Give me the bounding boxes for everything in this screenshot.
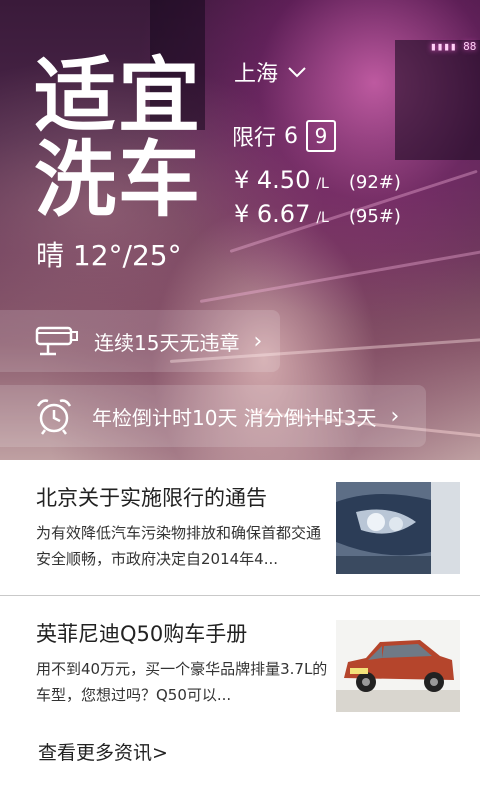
building-silhouette bbox=[395, 40, 480, 160]
city-selector[interactable]: 上海 bbox=[234, 56, 306, 88]
price-amount: ¥ 6.67 bbox=[234, 200, 311, 228]
price-unit: /L bbox=[316, 176, 329, 192]
limit-label: 限行 bbox=[232, 126, 277, 151]
red-car-photo-icon bbox=[336, 620, 460, 712]
fuel-price-92: ¥ 4.50 /L (92#) bbox=[234, 166, 401, 194]
limit-number-2: 9 bbox=[306, 120, 337, 152]
news-title: 英菲尼迪Q50购车手册 bbox=[36, 622, 248, 646]
news-title: 北京关于实施限行的通告 bbox=[36, 486, 267, 510]
chevron-right-icon: › bbox=[253, 328, 263, 354]
city-label: 上海 bbox=[234, 62, 279, 87]
traffic-limit: 限行 6 9 bbox=[232, 120, 337, 152]
news-description: 用不到40万元，买一个豪华品牌排量3.7L的车型，您想过吗？Q50可以... bbox=[36, 660, 328, 704]
violation-record-button[interactable]: 连续15天无违章 › bbox=[0, 310, 280, 372]
limit-number-1: 6 bbox=[284, 123, 299, 149]
wash-index-title-line1: 适宜 bbox=[34, 49, 203, 144]
price-grade: (95#) bbox=[348, 206, 401, 227]
car-headlight-photo-icon bbox=[336, 482, 460, 574]
more-news-link[interactable]: 查看更多资讯> bbox=[38, 738, 168, 765]
weather-text: 晴 12°/25° bbox=[36, 239, 182, 272]
countdown-text: 年检倒计时10天 消分倒计时3天 bbox=[92, 405, 377, 430]
alarm-clock-icon bbox=[36, 399, 72, 435]
price-amount: ¥ 4.50 bbox=[234, 166, 311, 194]
traffic-camera-icon bbox=[35, 326, 78, 356]
hero-banner: ▮▮▮▮ 88 适宜 洗车 晴 12°/25° 上海 限行 6 9 ¥ 4.50… bbox=[0, 0, 480, 460]
chevron-down-icon bbox=[288, 67, 306, 78]
news-item[interactable]: 英菲尼迪Q50购车手册 用不到40万元，买一个豪华品牌排量3.7L的车型，您想过… bbox=[0, 596, 480, 736]
countdown-button[interactable]: 年检倒计时10天 消分倒计时3天 › bbox=[0, 385, 426, 447]
violation-text: 连续15天无违章 bbox=[94, 330, 240, 355]
fuel-price-95: ¥ 6.67 /L (95#) bbox=[234, 200, 401, 228]
news-description: 为有效降低汽车污染物排放和确保首都交通安全顺畅，市政府决定自2014年4... bbox=[36, 524, 322, 568]
light-streak bbox=[199, 247, 480, 303]
wash-index-title-line2: 洗车 bbox=[34, 133, 203, 228]
chevron-right-icon: › bbox=[390, 403, 400, 429]
neon-sign-icon: ▮▮▮▮ 88 bbox=[430, 40, 477, 53]
price-grade: (92#) bbox=[348, 172, 401, 193]
news-item[interactable]: 北京关于实施限行的通告 为有效降低汽车污染物排放和确保首都交通安全顺畅，市政府决… bbox=[0, 460, 480, 596]
price-unit: /L bbox=[316, 210, 329, 226]
